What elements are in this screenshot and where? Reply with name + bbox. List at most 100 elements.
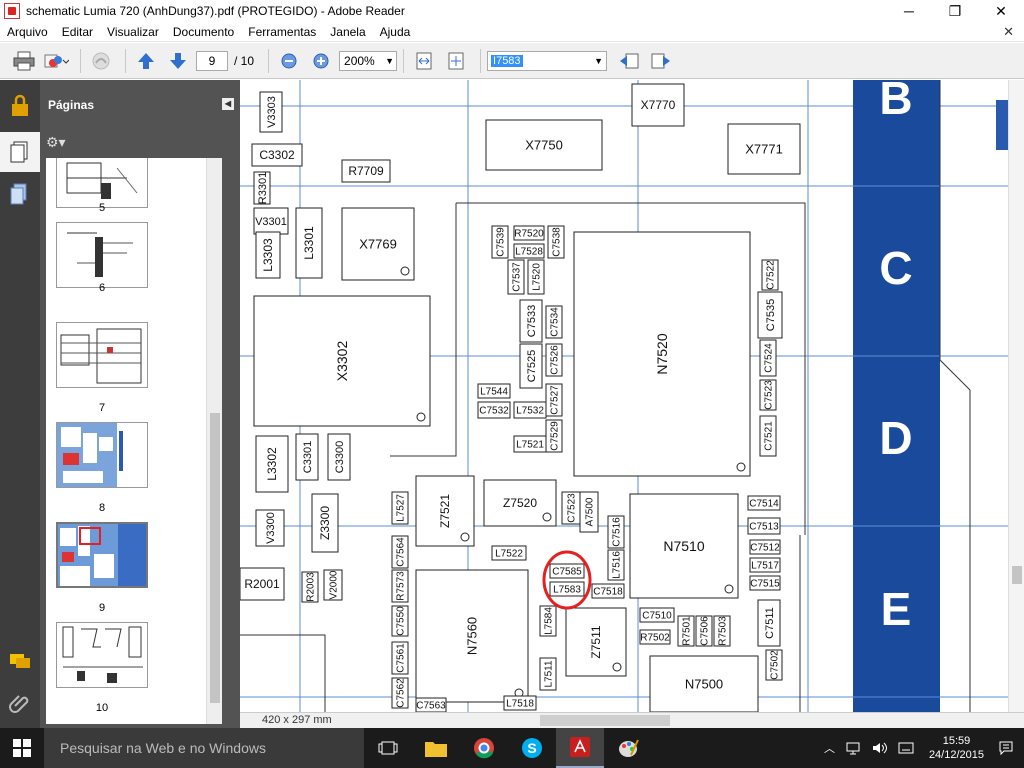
find-next-button[interactable] (647, 48, 675, 74)
component-label: X7750 (525, 138, 563, 153)
close-document-button[interactable]: ✕ (1003, 24, 1014, 40)
page-thumbnail-6[interactable] (56, 222, 148, 288)
component-label: L3302 (265, 447, 279, 481)
print-button[interactable] (10, 48, 38, 74)
component-c7525: C7525 (519, 343, 543, 389)
document-view[interactable]: B C D E V3303 X7770 X7750 X7771 C3302 R7709 R3… (240, 80, 1024, 712)
scrollbar-thumb[interactable] (1012, 566, 1022, 584)
page-thumbnail-9[interactable] (56, 522, 148, 588)
start-button[interactable] (0, 728, 44, 768)
paint-button[interactable] (604, 728, 652, 768)
component-label: C7521 (764, 421, 775, 451)
maximize-button[interactable]: ❐ (932, 0, 978, 22)
taskbar-search-box[interactable]: Pesquisar na Web e no Windows (44, 728, 364, 768)
component-label: C7532 (479, 406, 509, 417)
clock-date: 24/12/2015 (928, 749, 984, 761)
clock[interactable]: 15:59 24/12/2015 (919, 734, 994, 762)
menu-arquivo[interactable]: Arquivo (0, 25, 55, 39)
close-button[interactable]: ✕ (978, 0, 1024, 22)
notifications-icon[interactable] (998, 740, 1014, 756)
volume-icon[interactable] (872, 741, 888, 755)
component-c7535: C7535 (757, 291, 783, 339)
component-l7584: L7584 (539, 605, 557, 637)
pages-icon[interactable] (8, 140, 32, 164)
comments-icon[interactable] (8, 650, 32, 674)
attachments-list-icon[interactable] (8, 182, 32, 206)
menu-visualizar[interactable]: Visualizar (100, 25, 166, 39)
document-vertical-scrollbar[interactable] (1008, 80, 1024, 712)
page-thumbnail-7[interactable] (56, 322, 148, 388)
component-label: C7516 (612, 517, 623, 547)
component-label: C7526 (550, 345, 561, 375)
menu-editar[interactable]: Editar (55, 25, 100, 39)
component-c3302: C3302 (251, 143, 303, 167)
adobe-reader-app-icon[interactable] (4, 3, 20, 19)
gear-icon[interactable]: ⚙▾ (46, 134, 66, 151)
component-layer: V3303 X7770 X7750 X7771 C3302 R7709 R3301 V3301… (240, 83, 801, 712)
previous-page-button[interactable] (132, 48, 160, 74)
find-input[interactable]: I7583 ▼ (487, 50, 608, 71)
lock-icon[interactable] (8, 94, 32, 118)
toolbar-separator (403, 48, 405, 73)
component-z7511: Z7511 (565, 607, 627, 677)
zoom-in-button[interactable] (307, 48, 335, 74)
component-label: C7518 (593, 587, 623, 598)
horizontal-scrollbar-thumb[interactable] (540, 715, 670, 726)
component-v3301: V3301 (253, 207, 289, 235)
component-label: R2001 (244, 577, 280, 591)
find-previous-button[interactable] (615, 48, 643, 74)
component-label: L7532 (516, 406, 544, 417)
component-label: C7523 (764, 380, 775, 410)
component-c7534: C7534 (545, 305, 563, 339)
keyboard-language-icon[interactable] (898, 741, 914, 755)
menu-documento[interactable]: Documento (166, 25, 241, 39)
file-explorer-button[interactable] (412, 728, 460, 768)
sign-button[interactable] (87, 48, 115, 74)
component-label: L7520 (532, 263, 543, 291)
toolbar-separator (80, 48, 81, 73)
paperclip-icon[interactable] (8, 692, 32, 716)
menu-ferramentas[interactable]: Ferramentas (241, 25, 323, 39)
next-page-button[interactable] (164, 48, 192, 74)
menu-ajuda[interactable]: Ajuda (373, 25, 418, 39)
folder-icon (425, 742, 447, 757)
component-label: L7511 (544, 660, 555, 688)
fit-width-button[interactable] (410, 48, 438, 74)
component-label: Z7520 (503, 496, 537, 510)
chrome-button[interactable] (460, 728, 508, 768)
zoom-in-icon (313, 53, 329, 68)
minimize-button[interactable]: ─ (886, 0, 932, 22)
component-label: Z7511 (589, 625, 603, 658)
page-number-input[interactable]: 9 (196, 50, 228, 71)
component-label: N7520 (654, 333, 670, 374)
chevron-down-icon: ▼ (594, 55, 604, 66)
skype-icon: S (522, 738, 542, 758)
zoom-level-select[interactable]: 200% ▼ (339, 50, 398, 71)
network-icon[interactable] (846, 741, 862, 755)
page-thumbnail-5[interactable] (56, 158, 148, 208)
page-thumbnail-10[interactable] (56, 622, 148, 688)
component-label: C7510 (642, 611, 672, 622)
task-view-button[interactable] (364, 728, 412, 768)
fit-page-button[interactable] (442, 48, 470, 74)
component-v3300: V3300 (255, 509, 285, 547)
component-v3303: V3303 (259, 91, 283, 133)
skype-button[interactable]: S (508, 728, 556, 768)
page-thumbnail-8[interactable] (56, 422, 148, 488)
component-c7524: C7524 (759, 339, 777, 377)
zoom-out-button[interactable] (275, 48, 303, 74)
thumbnails-scrollbar[interactable] (206, 158, 222, 724)
component-label: R7501 (682, 616, 693, 646)
pages-panel-title: Páginas (48, 98, 95, 112)
collapse-panel-button[interactable]: ◀ (222, 98, 234, 110)
chevron-up-icon[interactable]: ︿ (818, 740, 841, 756)
adobe-reader-taskbar-button[interactable] (556, 728, 604, 768)
share-button[interactable] (42, 48, 70, 74)
scrollbar-thumb[interactable] (210, 413, 220, 703)
arrow-up-icon (138, 52, 154, 69)
component-c7502: C7502 (765, 649, 783, 681)
zoom-level-value: 200% (344, 53, 375, 68)
component-r7709: R7709 (341, 159, 391, 183)
window-title: schematic Lumia 720 (AnhDung37).pdf (PRO… (26, 4, 405, 18)
menu-janela[interactable]: Janela (323, 25, 372, 39)
